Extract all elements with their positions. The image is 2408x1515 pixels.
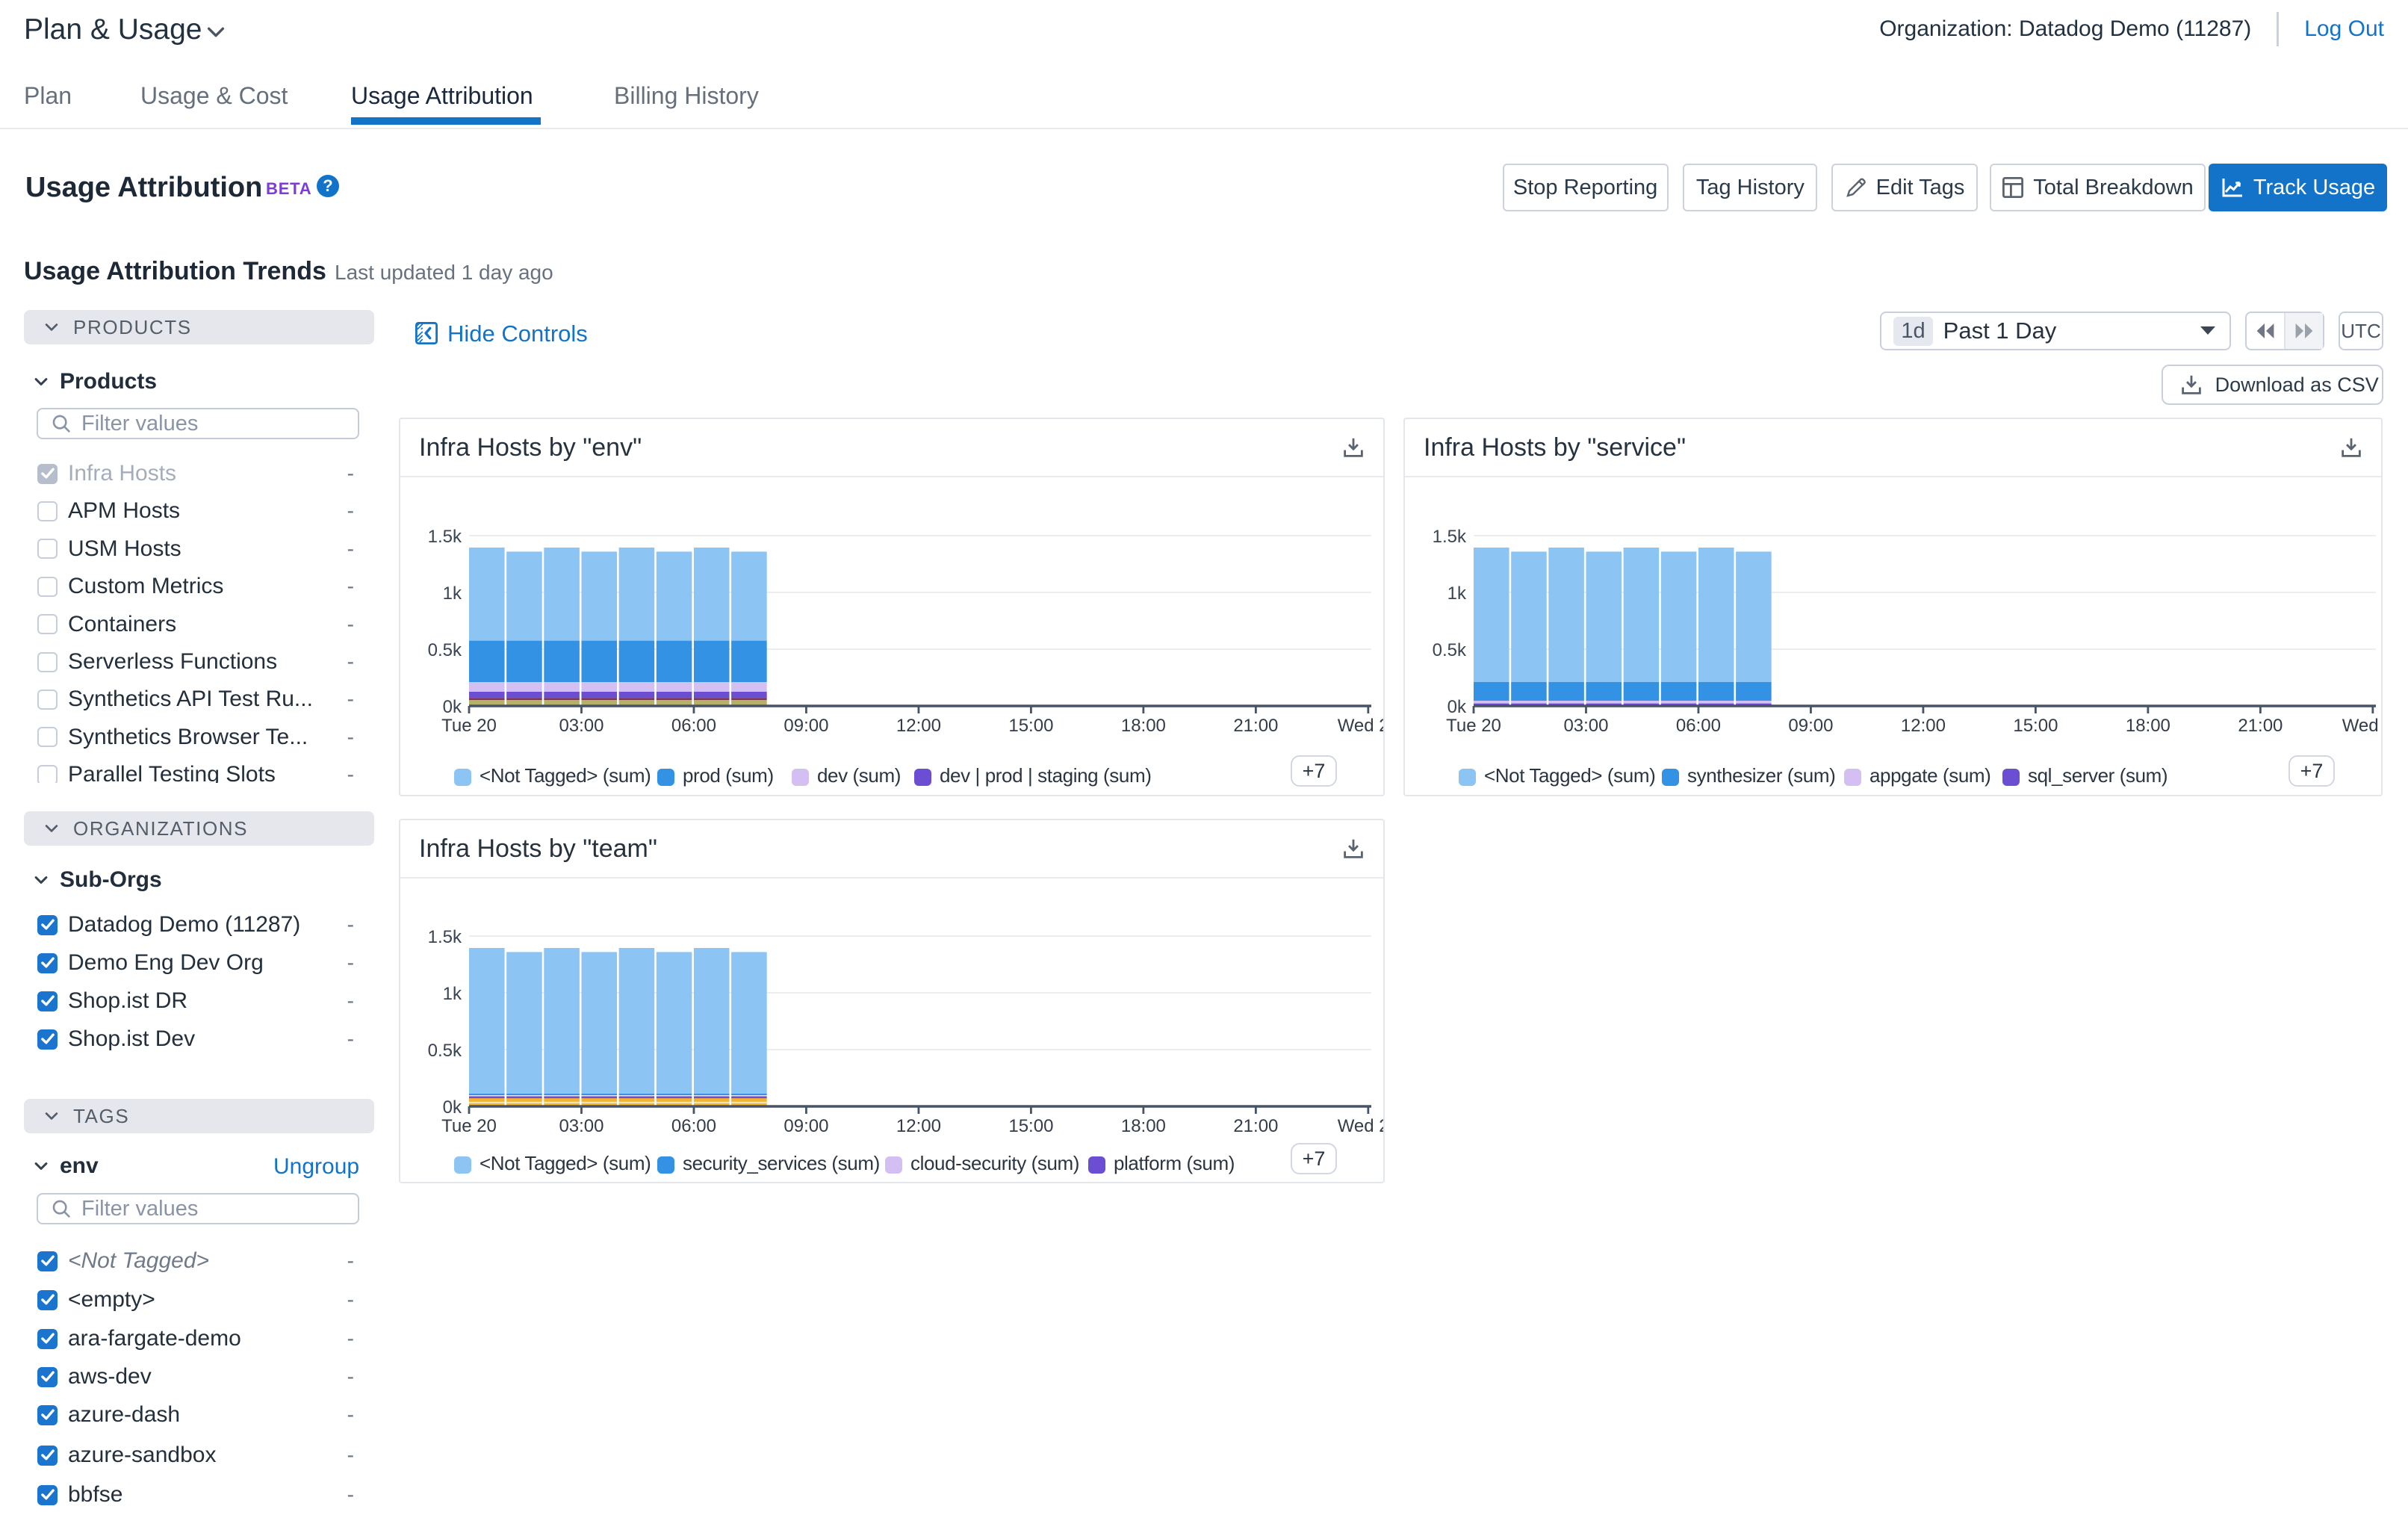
svg-text:1k: 1k — [443, 984, 462, 1004]
svg-text:Wed 21: Wed 21 — [1338, 716, 1383, 736]
svg-text:Wed 21: Wed 21 — [2342, 716, 2381, 736]
svg-text:15:00: 15:00 — [1008, 716, 1053, 736]
svg-text:0k: 0k — [1447, 697, 1467, 717]
svg-text:1k: 1k — [1447, 583, 1467, 604]
svg-text:12:00: 12:00 — [1901, 716, 1946, 736]
svg-text:0.5k: 0.5k — [428, 1041, 462, 1061]
svg-text:1.5k: 1.5k — [428, 527, 462, 547]
svg-text:06:00: 06:00 — [671, 716, 716, 736]
svg-text:0k: 0k — [443, 1097, 462, 1118]
svg-text:18:00: 18:00 — [1121, 716, 1166, 736]
svg-text:15:00: 15:00 — [1008, 1116, 1053, 1136]
svg-text:0.5k: 0.5k — [1433, 640, 1467, 660]
svg-text:1.5k: 1.5k — [1433, 527, 1467, 547]
svg-text:06:00: 06:00 — [1676, 716, 1721, 736]
svg-text:03:00: 03:00 — [559, 1116, 603, 1136]
svg-text:Tue 20: Tue 20 — [441, 1116, 497, 1136]
svg-text:1.5k: 1.5k — [428, 927, 462, 947]
svg-text:09:00: 09:00 — [783, 716, 828, 736]
svg-text:Tue 20: Tue 20 — [1446, 716, 1501, 736]
svg-text:09:00: 09:00 — [783, 1116, 828, 1136]
svg-text:0.5k: 0.5k — [428, 640, 462, 660]
svg-text:18:00: 18:00 — [1121, 1116, 1166, 1136]
svg-text:09:00: 09:00 — [1788, 716, 1833, 736]
svg-text:1k: 1k — [443, 583, 462, 604]
svg-text:12:00: 12:00 — [896, 716, 941, 736]
svg-text:21:00: 21:00 — [2238, 716, 2283, 736]
svg-text:0k: 0k — [443, 697, 462, 717]
svg-text:12:00: 12:00 — [896, 1116, 941, 1136]
svg-text:Wed 21: Wed 21 — [1338, 1116, 1383, 1136]
svg-text:21:00: 21:00 — [1233, 1116, 1278, 1136]
svg-text:15:00: 15:00 — [2013, 716, 2058, 736]
svg-text:06:00: 06:00 — [671, 1116, 716, 1136]
svg-text:03:00: 03:00 — [559, 716, 603, 736]
svg-text:18:00: 18:00 — [2126, 716, 2170, 736]
svg-text:03:00: 03:00 — [1563, 716, 1608, 736]
svg-text:Tue 20: Tue 20 — [441, 716, 497, 736]
svg-text:21:00: 21:00 — [1233, 716, 1278, 736]
